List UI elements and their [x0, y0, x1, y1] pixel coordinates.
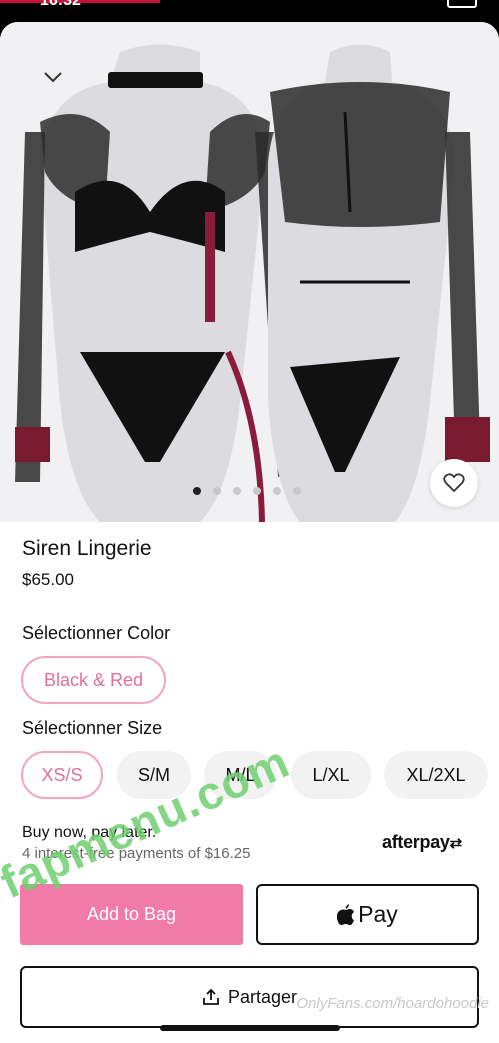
- size-option-l-xl[interactable]: L/XL: [291, 751, 371, 799]
- size-label: Sélectionner Size: [22, 718, 163, 738]
- status-time: 16:32: [40, 0, 81, 9]
- watermark-corner: OnlyFans.com/hoardohoodie: [296, 995, 489, 1012]
- home-indicator: [160, 1025, 340, 1031]
- product-image[interactable]: [0, 22, 499, 523]
- product-photo-illustration: [15, 44, 490, 523]
- pagination-dot[interactable]: [193, 487, 201, 495]
- pagination-dot[interactable]: [253, 487, 261, 495]
- heart-icon: [443, 473, 465, 493]
- color-option-black-red[interactable]: Black & Red: [21, 656, 166, 704]
- status-bar: 16:32: [0, 0, 499, 22]
- share-icon: [203, 988, 219, 1005]
- share-label: Partager: [227, 986, 298, 1007]
- image-pagination: [193, 487, 301, 495]
- chevron-down-icon[interactable]: [42, 66, 64, 88]
- afterpay-logo[interactable]: afterpay⇄: [382, 832, 462, 853]
- battery-icon: [447, 0, 477, 8]
- pagination-dot[interactable]: [273, 487, 281, 495]
- pagination-dot[interactable]: [213, 487, 221, 495]
- pagination-dot[interactable]: [293, 487, 301, 495]
- size-option-xl-2xl[interactable]: XL/2XL: [384, 751, 488, 799]
- apple-pay-label: Pay: [358, 901, 398, 927]
- apple-icon: [337, 903, 355, 925]
- pagination-dot[interactable]: [233, 487, 241, 495]
- product-sheet: Siren Lingerie $65.00 Sélectionner Color…: [0, 22, 499, 1043]
- afterpay-text: afterpay: [382, 832, 450, 852]
- wishlist-button[interactable]: [430, 459, 478, 507]
- color-label: Sélectionner Color: [22, 623, 171, 643]
- product-price: $65.00: [22, 570, 74, 589]
- size-option-xs-s[interactable]: XS/S: [21, 751, 103, 799]
- product-title: Siren Lingerie: [22, 537, 152, 560]
- afterpay-arrows-icon: ⇄: [449, 835, 463, 852]
- apple-pay-button[interactable]: Pay: [256, 884, 479, 945]
- add-to-bag-button[interactable]: Add to Bag: [20, 884, 243, 945]
